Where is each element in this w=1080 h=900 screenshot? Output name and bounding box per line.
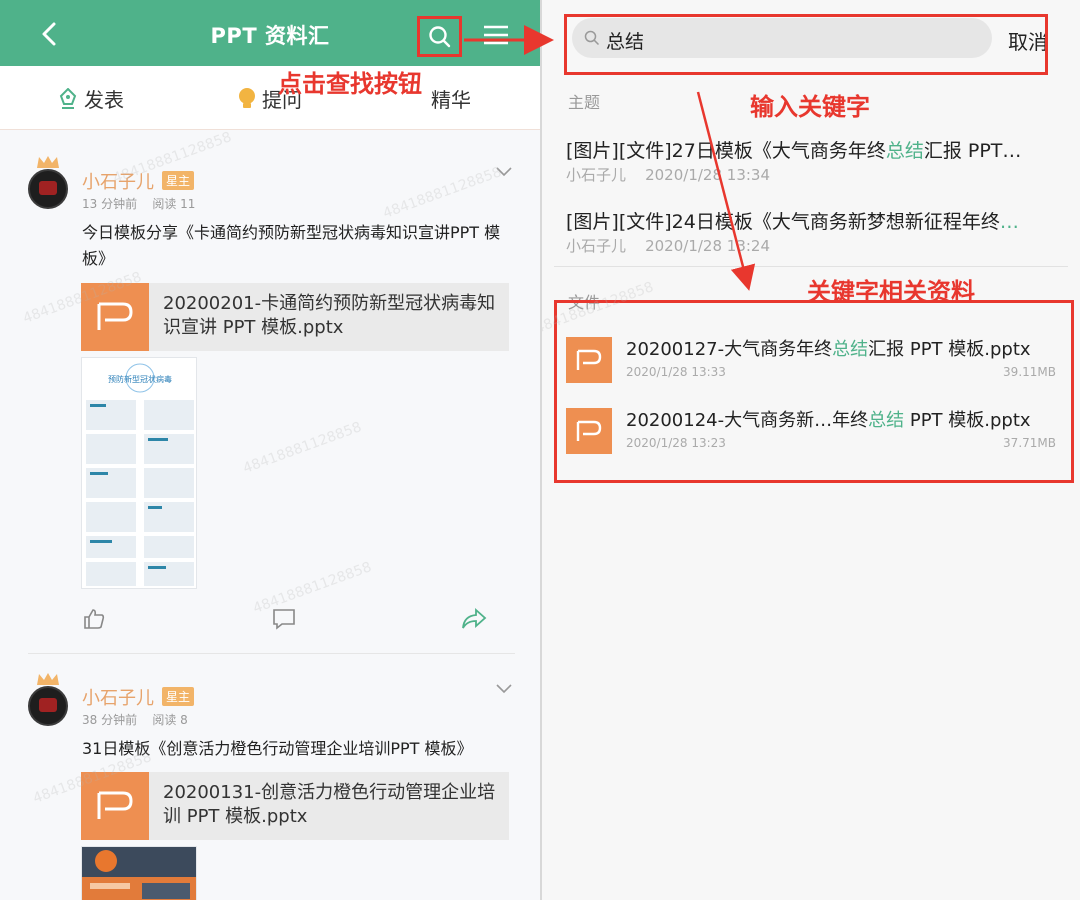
avatar	[28, 686, 68, 726]
keyword-highlight: 总结	[832, 339, 869, 360]
post-time: 38 分钟前	[82, 713, 138, 727]
topics-section-label: 主题	[568, 93, 601, 112]
crown-icon	[37, 156, 59, 168]
pptx-file-icon	[566, 408, 612, 454]
left-screen: PPT 资料汇 发表 提问 精华 小石子儿 星主 13 分钟前 阅读 11 今日…	[0, 0, 540, 900]
section-divider	[554, 266, 1068, 267]
annotation-keyword-results: 关键字相关资料	[807, 278, 975, 306]
app-header: PPT 资料汇	[0, 0, 540, 66]
topic-text: [图片][文件]24日模板《大气商务新梦想新征程年终	[566, 211, 1000, 233]
thumb-title: 预防新型冠状病毒	[108, 374, 172, 384]
chevron-down-icon[interactable]	[496, 684, 512, 694]
file-result-row[interactable]: 20200124-大气商务新…年终总结 PPT 模板.pptx 2020/1/2…	[566, 408, 1056, 456]
username[interactable]: 小石子儿	[82, 684, 154, 710]
keyword-highlight: 总结	[885, 140, 924, 162]
file-date: 2020/1/28 13:33	[626, 365, 726, 379]
pen-nib-icon	[59, 87, 77, 109]
topic-result-meta: 小石子儿 2020/1/28 13:34	[566, 164, 770, 185]
keyword-highlight: 总结	[868, 410, 905, 431]
avatar	[28, 169, 68, 209]
slide-preview-image: 预防新型冠状病毒	[82, 358, 196, 588]
topic-author: 小石子儿	[566, 166, 627, 184]
owner-badge: 星主	[162, 687, 195, 706]
slide-preview-image	[82, 847, 196, 900]
topic-text: [图片][文件]27日模板《大气商务年终	[566, 140, 886, 162]
attachment-name: 20200131-创意活力橙色行动管理企业培训 PPT 模板.pptx	[163, 782, 496, 827]
like-icon[interactable]	[82, 607, 106, 631]
share-icon[interactable]	[460, 607, 488, 631]
file-name: 20200124-大气商务新…年终总结 PPT 模板.pptx	[626, 410, 1031, 431]
featured-label: 精华	[431, 88, 471, 112]
topic-result-title[interactable]: [图片][文件]27日模板《大气商务年终总结汇报 PPT…	[566, 136, 1041, 163]
search-icon	[429, 26, 451, 48]
post-text: 今日模板分享《卡通简约预防新型冠状病毒知识宣讲PPT 模板》	[82, 223, 501, 268]
topic-author: 小石子儿	[566, 237, 627, 255]
pptx-file-icon	[566, 337, 612, 383]
file-size: 37.71MB	[1003, 436, 1056, 450]
file-result-row[interactable]: 20200127-大气商务年终总结汇报 PPT 模板.pptx 2020/1/2…	[566, 337, 1056, 385]
owner-badge: 星主	[162, 171, 195, 190]
crown-icon	[37, 673, 59, 685]
featured-tab[interactable]: 精华	[431, 84, 471, 113]
publish-tab[interactable]: 发表	[58, 84, 124, 113]
lightbulb-icon	[239, 87, 255, 108]
post-action-bar: 发表 提问 精华	[0, 66, 540, 130]
read-count: 阅读 8	[152, 713, 188, 727]
file-name: 20200127-大气商务年终总结汇报 PPT 模板.pptx	[626, 339, 1031, 360]
topic-result-title[interactable]: [图片][文件]24日模板《大气商务新梦想新征程年终…	[566, 207, 1041, 234]
annotation-click-search: 点击查找按钮	[278, 70, 422, 98]
search-highlight-box	[564, 14, 1048, 75]
read-count: 阅读 11	[152, 197, 196, 211]
post-time: 13 分钟前	[82, 197, 138, 211]
post-meta: 13 分钟前 阅读 11	[82, 195, 195, 212]
menu-icon[interactable]	[482, 24, 510, 46]
attachment-name: 20200201-卡通简约预防新型冠状病毒知识宣讲 PPT 模板.pptx	[163, 293, 496, 338]
search-button[interactable]	[417, 16, 462, 57]
keyword-highlight: …	[999, 211, 1019, 233]
comment-icon[interactable]	[272, 607, 296, 631]
attachment-thumbnail[interactable]: 预防新型冠状病毒	[81, 357, 197, 589]
avatar-group[interactable]	[28, 672, 68, 732]
topic-text: 汇报 PPT…	[923, 140, 1022, 162]
card-divider	[28, 653, 515, 654]
topic-result-meta: 小石子儿 2020/1/28 13:24	[566, 235, 770, 256]
topic-time: 2020/1/28 13:34	[645, 166, 771, 184]
post-meta: 38 分钟前 阅读 8	[82, 711, 188, 728]
right-screen: 总结 取消 主题 [图片][文件]27日模板《大气商务年终总结汇报 PPT… 小…	[540, 0, 1080, 900]
avatar-group[interactable]	[28, 155, 68, 215]
attachment-card[interactable]: 20200201-卡通简约预防新型冠状病毒知识宣讲 PPT 模板.pptx	[81, 283, 509, 351]
attachment-card[interactable]: 20200131-创意活力橙色行动管理企业培训 PPT 模板.pptx	[81, 772, 509, 840]
attachment-thumbnail[interactable]	[81, 846, 197, 900]
file-size: 39.11MB	[1003, 365, 1056, 379]
topic-time: 2020/1/28 13:24	[645, 237, 771, 255]
publish-label: 发表	[84, 88, 124, 112]
file-date: 2020/1/28 13:23	[626, 436, 726, 450]
annotation-enter-keyword: 输入关键字	[750, 93, 870, 121]
